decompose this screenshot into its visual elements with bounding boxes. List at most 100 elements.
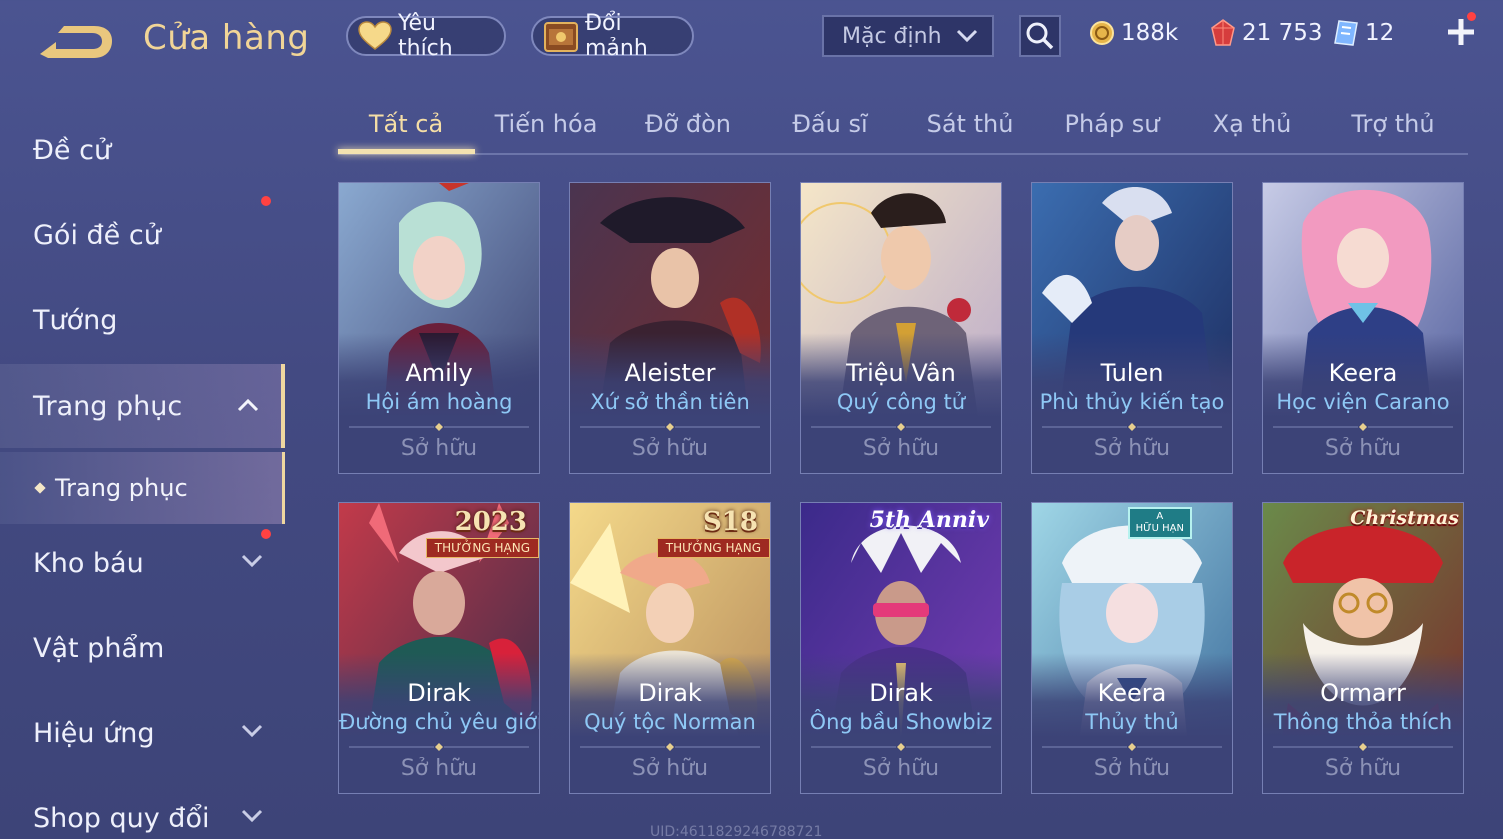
skin-name: Đường chủ yêu giới: [339, 710, 540, 734]
badge-title: A: [1156, 511, 1164, 522]
tab-all[interactable]: Tất cả: [369, 110, 443, 138]
hero-name: Dirak: [638, 679, 702, 707]
voucher-balance: 12: [1333, 16, 1394, 50]
notification-dot: [261, 196, 271, 206]
voucher-card-icon: [1333, 19, 1359, 47]
badge-ribbon: THƯỞNG HẠNG: [656, 538, 770, 558]
skin-name: Ông bầu Showbiz: [809, 710, 993, 734]
badge-ribbon: THƯỞNG HẠNG: [425, 538, 539, 558]
card-divider: [349, 423, 529, 431]
skin-card[interactable]: 2023 THƯỞNG HẠNG Dirak Đường chủ yêu giớ…: [338, 502, 540, 794]
sidebar-item-label: Gói đề cử: [33, 219, 161, 251]
tab-marksman[interactable]: Xạ thủ: [1213, 110, 1292, 138]
hero-name: Triệu Vân: [846, 359, 956, 387]
back-arrow-icon[interactable]: [34, 18, 114, 64]
hero-name: Keera: [1097, 679, 1167, 707]
hero-name: Keera: [1328, 359, 1398, 387]
card-divider: [1042, 423, 1222, 431]
skin-name: Hội ám hoàng: [365, 390, 513, 414]
sidebar-item-items[interactable]: Vật phẩm: [0, 606, 285, 690]
card-divider: [580, 743, 760, 751]
badge-title: Christmas: [1350, 507, 1459, 529]
skin-card[interactable]: Aleister Xứ sở thần tiên Sở hữu: [569, 182, 771, 474]
tab-mage[interactable]: Pháp sư: [1065, 110, 1160, 138]
skin-name: Quý tộc Norman: [584, 710, 756, 734]
skin-card[interactable]: A HỮU HẠN Keera Thủy thủ Sở hữu: [1031, 502, 1233, 794]
hero-name: Dirak: [407, 679, 471, 707]
skin-card[interactable]: S18 THƯỞNG HẠNG Dirak Quý tộc Norman Sở …: [569, 502, 771, 794]
anniversary-badge: 5th Anniv: [870, 507, 1001, 533]
limited-emblem: A HỮU HẠN: [1127, 507, 1192, 539]
skin-name: Xứ sở thần tiên: [590, 390, 750, 414]
heart-icon: [358, 21, 392, 51]
sidebar-item-label: Trang phục: [33, 390, 183, 422]
skin-card[interactable]: Tulen Phù thủy kiến tạo Sở hữu: [1031, 182, 1233, 474]
ruby-gem-icon: [1210, 19, 1236, 47]
owned-status: Sở hữu: [1324, 436, 1402, 461]
skin-name: Quý công tử: [836, 390, 966, 414]
treasure-chest-icon: [543, 19, 579, 53]
hero-name: Amily: [405, 359, 473, 387]
owned-status: Sở hữu: [862, 436, 940, 461]
chevron-down-icon: [956, 29, 978, 43]
voucher-amount: 12: [1365, 20, 1395, 46]
gold-coin-icon: [1089, 20, 1115, 46]
tab-tank[interactable]: Đỡ đòn: [645, 110, 731, 138]
sidebar-item-label: Shop quy đổi: [33, 802, 210, 834]
sidebar-item-recommended[interactable]: Đề cử: [0, 108, 285, 192]
rank-reward-badge: S18 THƯỞNG HẠNG: [656, 507, 770, 558]
active-tab-indicator: [338, 149, 475, 154]
skin-card[interactable]: Keera Học viện Carano Sở hữu: [1262, 182, 1464, 474]
tab-evolution[interactable]: Tiến hóa: [495, 110, 598, 138]
limited-badge: A HỮU HẠN: [1127, 507, 1232, 539]
hero-name: Tulen: [1100, 359, 1164, 387]
notification-dot: [1467, 12, 1476, 21]
chevron-down-icon: [241, 554, 263, 568]
skin-card[interactable]: Amily Hội ám hoàng Sở hữu: [338, 182, 540, 474]
hero-name: Dirak: [869, 679, 933, 707]
owned-status: Sở hữu: [631, 756, 709, 781]
skin-name: Thủy thủ: [1085, 710, 1179, 734]
tab-assassin[interactable]: Sát thủ: [927, 110, 1014, 138]
sort-value: Mặc định: [842, 23, 942, 49]
sidebar-item-recommended-bundles[interactable]: Gói đề cử: [0, 193, 285, 277]
sidebar-item-exchange-shop[interactable]: Shop quy đổi: [0, 776, 285, 839]
badge-title: S18: [703, 507, 758, 537]
skin-card[interactable]: 5th Anniv Dirak Ông bầu Showbiz Sở hữu: [800, 502, 1002, 794]
sidebar-item-skins[interactable]: Trang phục: [0, 364, 285, 448]
hero-name: Aleister: [624, 359, 716, 387]
plus-icon[interactable]: [1446, 17, 1476, 47]
owned-status: Sở hữu: [400, 756, 478, 781]
tab-fighter[interactable]: Đấu sĩ: [792, 110, 867, 138]
sidebar-item-label: Kho báu: [33, 547, 144, 579]
owned-status: Sở hữu: [1093, 436, 1171, 461]
skin-name: Phù thủy kiến tạo: [1039, 390, 1225, 414]
badge-title: 2023: [454, 507, 527, 537]
rank-reward-badge: 2023 THƯỞNG HẠNG: [425, 507, 539, 558]
skin-name: Học viện Carano: [1276, 390, 1450, 414]
ruby-balance: 21 753: [1210, 16, 1322, 50]
card-divider: [580, 423, 760, 431]
sidebar-item-heroes[interactable]: Tướng: [0, 278, 285, 362]
skin-card[interactable]: Triệu Vân Quý công tử Sở hữu: [800, 182, 1002, 474]
sidebar-item-label: Tướng: [33, 304, 118, 336]
badge-title: 5th Anniv: [869, 507, 989, 533]
role-tabs: Tất cả Tiến hóa Đỡ đòn Đấu sĩ Sát thủ Ph…: [338, 100, 1468, 155]
skin-card[interactable]: Christmas Ormarr Thông thỏa thích Sở hữu: [1262, 502, 1464, 794]
sort-dropdown[interactable]: Mặc định: [822, 15, 994, 57]
sidebar-subitem-skins[interactable]: Trang phục: [0, 452, 285, 524]
card-divider: [1042, 743, 1222, 751]
owned-status: Sở hữu: [862, 756, 940, 781]
favorites-button[interactable]: Yêu thích: [346, 11, 506, 61]
sidebar-item-treasure[interactable]: Kho báu: [0, 521, 285, 605]
tab-support[interactable]: Trợ thủ: [1351, 110, 1434, 138]
owned-status: Sở hữu: [1324, 756, 1402, 781]
top-bar: Cửa hàng Yêu thích Đổi mảnh Mặc định 188…: [0, 0, 1503, 80]
skin-grid: Amily Hội ám hoàng Sở hữu Aleister Xứ sở…: [338, 182, 1468, 839]
sidebar-item-effects[interactable]: Hiệu ứng: [0, 691, 285, 775]
sidebar-item-label: Vật phẩm: [33, 632, 165, 664]
page-title: Cửa hàng: [143, 18, 310, 58]
search-button[interactable]: [1019, 15, 1061, 57]
fragment-exchange-button[interactable]: Đổi mảnh: [531, 11, 694, 61]
card-divider: [1273, 423, 1453, 431]
